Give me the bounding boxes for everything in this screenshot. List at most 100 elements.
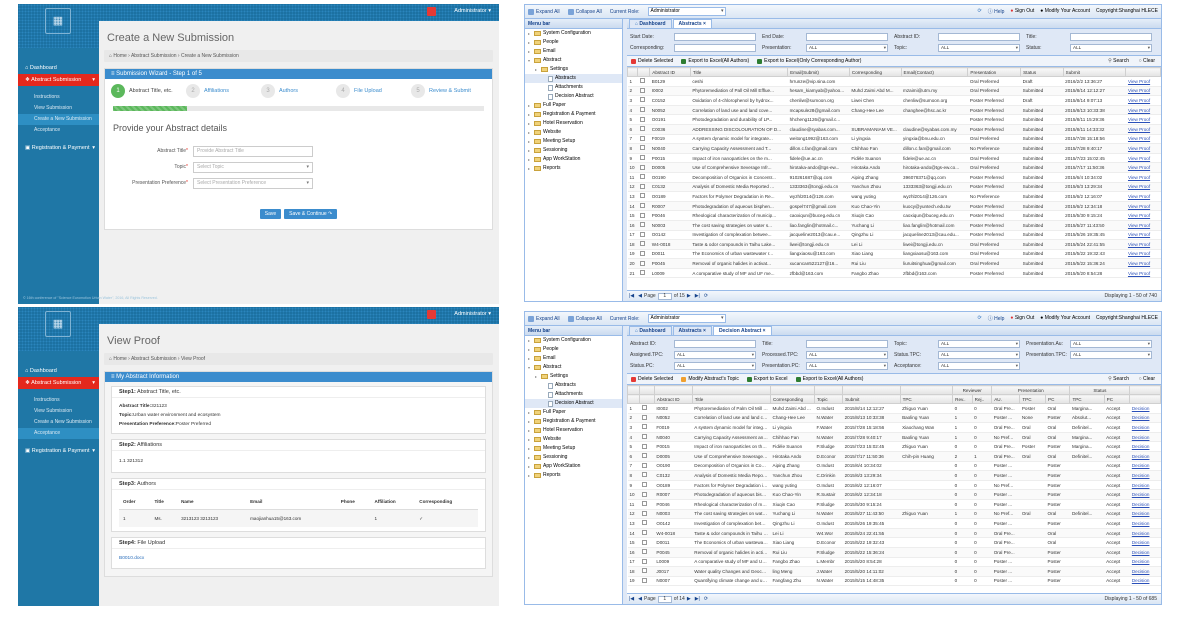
tree-item[interactable]: ▸ Website	[525, 128, 622, 137]
step-3[interactable]: 3 Authors	[261, 84, 336, 98]
view-proof-link[interactable]: View Proof	[1125, 95, 1161, 106]
row-checkbox[interactable]	[639, 489, 655, 500]
view-proof-link[interactable]: View Proof	[1125, 201, 1161, 212]
decision-link[interactable]: Decision	[1129, 422, 1161, 433]
row-checkbox[interactable]	[637, 134, 650, 145]
column-header[interactable]: Title	[691, 394, 772, 404]
refresh-icon[interactable]: ⟳	[978, 8, 982, 15]
tree-item[interactable]: ▸ Settings	[525, 372, 622, 381]
expand-icon[interactable]: ▸	[535, 372, 539, 381]
column-header[interactable]	[637, 67, 651, 77]
row-checkbox[interactable]	[637, 76, 650, 87]
user-icon[interactable]	[427, 7, 436, 16]
tree-item[interactable]: ▸ System Configuration	[525, 336, 622, 345]
tree-item[interactable]: ▸ Reports	[525, 471, 622, 480]
tree-item[interactable]: ▸ Full Paper	[525, 101, 622, 110]
table-row[interactable]: 4 N0040 Carrying Capacity Assessment and T…	[627, 432, 1161, 443]
decision-link[interactable]: Decision	[1129, 557, 1161, 568]
collapse-all-button[interactable]: Collapse All	[567, 8, 602, 15]
column-header[interactable]: PC	[1044, 394, 1071, 404]
expand-icon[interactable]: ▸	[528, 471, 532, 480]
tree-item[interactable]: ▾ Abstract	[525, 363, 622, 372]
clear-button[interactable]: ○ Clear	[1139, 376, 1155, 382]
export-all-authors-button[interactable]: Export to Excel(All Authors)	[681, 58, 749, 64]
view-proof-link[interactable]: View Proof	[1125, 172, 1161, 183]
table-row[interactable]: 1 B0129 ceshi hrrunze@vip.sina.com Oral Pref…	[627, 76, 1161, 87]
filter-input[interactable]	[674, 43, 756, 52]
tree-item[interactable]: Attachments	[525, 390, 622, 399]
row-checkbox[interactable]	[639, 432, 655, 443]
row-checkbox[interactable]	[637, 220, 650, 231]
file-link[interactable]: B0010.docx	[119, 556, 144, 561]
expand-icon[interactable]: ▸	[528, 155, 532, 164]
filter-input[interactable]: ALL ▾	[938, 361, 1020, 370]
table-row[interactable]: 3 F0019 A system dynamic model for integra…	[627, 422, 1161, 433]
page-input[interactable]: 1	[657, 292, 672, 300]
export-corresponding-button[interactable]: Export to Excel(Only Corresponding Autho…	[757, 58, 861, 64]
collapse-all-button[interactable]: Collapse All	[567, 315, 602, 322]
filter-input[interactable]: ALL ▾	[938, 339, 1020, 348]
export-excel-button[interactable]: Export to Excel	[746, 376, 788, 382]
table-row[interactable]: 17 L0009 A comparative study of MF and UF …	[627, 557, 1161, 568]
modify-account-button[interactable]: ● Modify Your Account	[1040, 315, 1090, 322]
expand-icon[interactable]: ▸	[528, 146, 532, 155]
column-header[interactable]: Rej..	[971, 394, 993, 404]
filter-input[interactable]	[1070, 32, 1152, 41]
tree-item[interactable]: ▸ Website	[525, 435, 622, 444]
tree-item[interactable]: Abstracts	[525, 381, 622, 390]
sidebar-sub-view-submission[interactable]: View Submission	[18, 103, 99, 114]
last-page-icon[interactable]: ▶|	[695, 596, 700, 602]
row-checkbox[interactable]	[637, 143, 650, 154]
tree-item[interactable]: ▾ Abstract	[525, 56, 622, 65]
refresh-icon[interactable]: ⟳	[978, 315, 982, 322]
column-header[interactable]	[639, 394, 655, 404]
table-row[interactable]: 7 O0190 Decomposition of Organics in Conce…	[627, 461, 1161, 472]
user-icon[interactable]	[427, 310, 436, 319]
next-page-icon[interactable]: ▶	[687, 293, 691, 299]
tree-item[interactable]: Abstracts	[525, 74, 622, 83]
step-2[interactable]: 2 Affiliations	[186, 84, 261, 98]
expand-icon[interactable]: ▸	[528, 408, 532, 417]
decision-link[interactable]: Decision	[1129, 432, 1161, 443]
table-row[interactable]: 19 N0007 Quantifying climate change and ur…	[627, 576, 1161, 587]
refresh-icon[interactable]: ⟳	[704, 293, 708, 299]
tree-item[interactable]: ▸ Hotel Reservation	[525, 426, 622, 435]
filter-input[interactable]: ALL ▾	[1070, 350, 1152, 359]
table-row[interactable]: 9 O0189 Factors for Polymer Degradation in…	[627, 480, 1161, 491]
row-checkbox[interactable]	[637, 249, 650, 260]
row-checkbox[interactable]	[637, 153, 650, 164]
first-page-icon[interactable]: |◀	[629, 293, 634, 299]
table-row[interactable]: 14 W4-0018 Taste & odor compounds in Taihu…	[627, 528, 1161, 539]
filter-input[interactable]: ALL ▾	[938, 350, 1020, 359]
sidebar-item-dashboard[interactable]: ⌂ Dashboard	[18, 365, 99, 377]
modify-topic-button[interactable]: Modify Abstract's Topic	[681, 376, 739, 382]
tab-abstracts[interactable]: Abstracts ×	[672, 326, 712, 335]
search-button[interactable]: ⚲ Search	[1108, 58, 1129, 64]
row-checkbox[interactable]	[637, 191, 650, 202]
step-4[interactable]: 4 File Upload	[336, 84, 411, 98]
tree-item[interactable]: ▸ People	[525, 38, 622, 47]
sign-out-button[interactable]: ● Sign Out	[1010, 8, 1034, 15]
row-checkbox[interactable]	[639, 403, 655, 414]
prev-page-icon[interactable]: ◀	[638, 293, 642, 299]
tree-item[interactable]: ▸ Full Paper	[525, 408, 622, 417]
table-row[interactable]: 13 O0189 Factors for Polymer Degradation i…	[627, 191, 1161, 202]
tab-dashboard[interactable]: ⌂ Dashboard	[629, 19, 672, 28]
page-input[interactable]: 1	[657, 595, 672, 603]
sidebar-sub-create-submission[interactable]: Create a New Submission	[18, 114, 99, 125]
table-row[interactable]: 3 C0152 Oxidation of 4-chlorophenol by hyd…	[627, 95, 1161, 106]
table-row[interactable]: 19 D0011 The Economics of urban wastewater…	[627, 249, 1161, 260]
filter-input[interactable]: ALL ▾	[806, 361, 888, 370]
row-checkbox[interactable]	[639, 537, 655, 548]
table-row[interactable]: 15 D0011 The Economics of urban wastewater…	[627, 537, 1161, 548]
filter-input[interactable]: ALL ▾	[806, 350, 888, 359]
tree-item[interactable]: ▸ Registration & Payment	[525, 417, 622, 426]
delete-selected-button[interactable]: Delete Selected	[631, 58, 673, 64]
column-header[interactable]: Corresponding	[848, 67, 902, 77]
row-checkbox[interactable]	[637, 172, 650, 183]
table-row[interactable]: 20 P0045 Removal of organic halides in act…	[627, 258, 1161, 269]
filter-input[interactable]	[806, 32, 888, 41]
row-checkbox[interactable]	[639, 528, 655, 539]
column-header[interactable]: AU.	[991, 394, 1021, 404]
table-row[interactable]: 21 L0009 A comparative study of MF and UF …	[627, 268, 1161, 279]
